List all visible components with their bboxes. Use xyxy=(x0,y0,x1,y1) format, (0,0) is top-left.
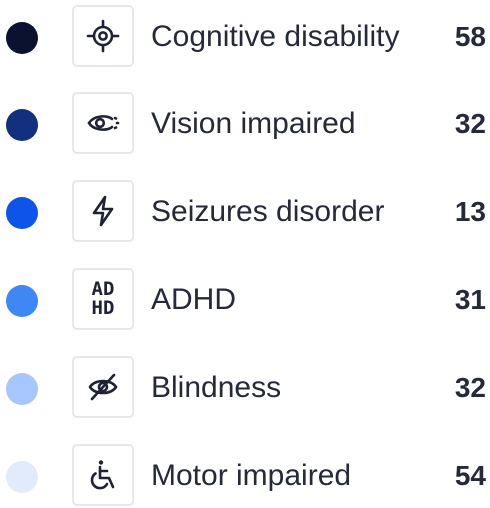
legend-count: 32 xyxy=(454,372,486,403)
icon-box xyxy=(72,444,134,506)
target-icon xyxy=(86,19,120,53)
legend-item-cognitive-disability: Cognitive disability 58 xyxy=(0,5,490,69)
legend-label: ADHD xyxy=(151,283,237,316)
legend-item-adhd: AD HD ADHD 31 xyxy=(0,268,490,332)
legend-label: Seizures disorder xyxy=(151,195,385,228)
icon-box xyxy=(72,5,134,67)
legend-label: Motor impaired xyxy=(151,459,352,492)
legend-item-blindness: Blindness 32 xyxy=(0,356,490,420)
color-dot xyxy=(6,22,38,54)
lightning-icon xyxy=(92,195,114,227)
legend-label: Blindness xyxy=(151,371,282,404)
disability-legend: Cognitive disability 58 Vision impaired … xyxy=(0,0,490,506)
legend-count: 32 xyxy=(454,108,486,139)
legend-item-seizures-disorder: Seizures disorder 13 xyxy=(0,180,490,244)
color-dot xyxy=(6,109,38,141)
adhd-icon: AD HD xyxy=(91,278,115,319)
color-dot xyxy=(6,285,38,317)
color-dot xyxy=(6,461,38,493)
icon-box xyxy=(72,356,134,418)
legend-count: 31 xyxy=(454,284,486,315)
legend-label: Cognitive disability xyxy=(151,20,400,53)
icon-box: AD HD xyxy=(72,268,134,330)
wheelchair-icon xyxy=(90,460,115,490)
legend-count: 58 xyxy=(454,21,486,52)
legend-item-motor-impaired: Motor impaired 54 xyxy=(0,444,490,508)
legend-item-vision-impaired: Vision impaired 32 xyxy=(0,92,490,156)
eye-icon xyxy=(87,115,120,131)
legend-count: 13 xyxy=(454,196,486,227)
legend-label: Vision impaired xyxy=(151,107,356,140)
icon-box xyxy=(72,92,134,154)
color-dot xyxy=(6,197,38,229)
legend-count: 54 xyxy=(454,460,486,491)
color-dot xyxy=(6,373,38,405)
icon-box xyxy=(72,180,134,242)
eye-slash-icon xyxy=(88,373,118,401)
